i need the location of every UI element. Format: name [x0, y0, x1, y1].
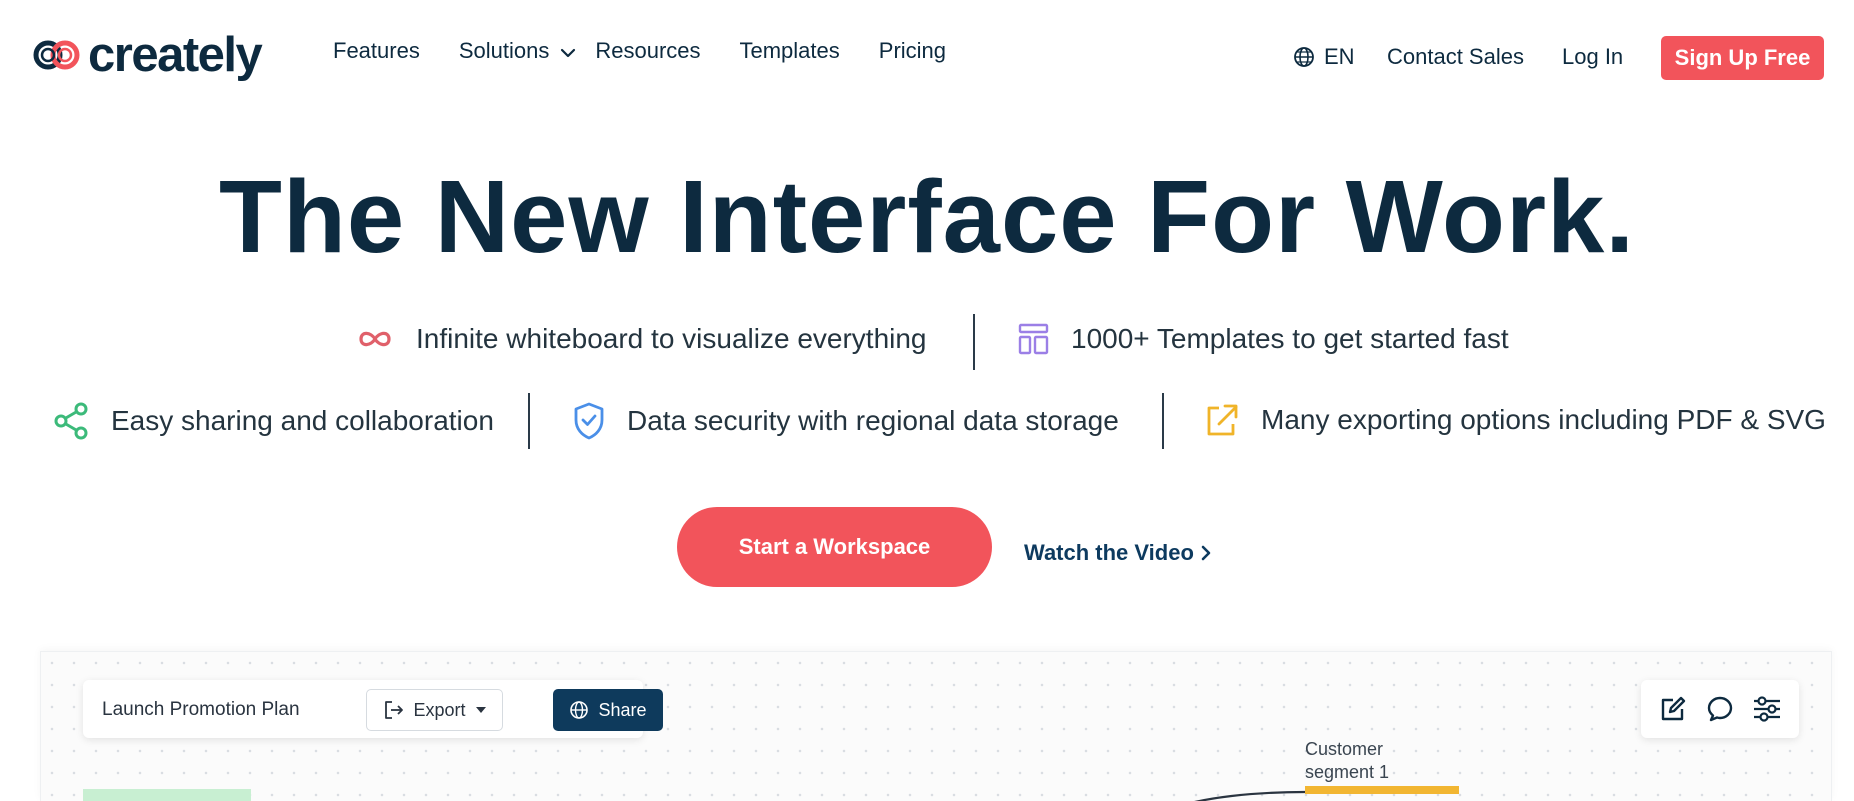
share-nodes-icon — [54, 402, 88, 440]
start-workspace-button[interactable]: Start a Workspace — [677, 507, 992, 587]
document-title[interactable]: Launch Promotion Plan — [102, 699, 300, 721]
feature-templates: 1000+ Templates to get started fast — [1018, 323, 1509, 355]
infinity-icon — [359, 331, 391, 347]
share-button[interactable]: Share — [553, 689, 663, 731]
divider — [528, 393, 530, 449]
settings-tool[interactable] — [1751, 693, 1783, 725]
divider — [1162, 393, 1164, 449]
sliders-icon — [1754, 696, 1781, 722]
feature-infinite-whiteboard: Infinite whiteboard to visualize everyth… — [356, 323, 927, 355]
language-label: EN — [1324, 44, 1355, 69]
connector-line — [1194, 790, 1306, 801]
shield-check-icon — [574, 402, 604, 440]
comment-icon — [1707, 696, 1733, 722]
language-selector[interactable]: EN — [1293, 44, 1355, 70]
comment-tool[interactable] — [1704, 693, 1736, 725]
feature-text: Data security with regional data storage — [627, 405, 1119, 436]
document-toolbar: Launch Promotion Plan Export Share — [83, 680, 663, 738]
feature-exporting: Many exporting options including PDF & S… — [1205, 402, 1826, 438]
segment-bar — [1305, 786, 1459, 794]
feature-text: Infinite whiteboard to visualize everyth… — [416, 323, 927, 354]
export-icon — [385, 701, 404, 719]
watch-video-link[interactable]: Watch the Video — [1024, 540, 1213, 566]
top-navigation: creately Features Solutions Resources Te… — [0, 0, 1854, 112]
contact-sales-link[interactable]: Contact Sales — [1387, 44, 1524, 70]
templates-icon — [1018, 323, 1049, 355]
caret-down-icon — [475, 707, 486, 713]
share-label: Share — [598, 699, 647, 720]
signup-button[interactable]: Sign Up Free — [1661, 36, 1824, 80]
hero-title: The New Interface For Work. — [219, 159, 1635, 274]
feature-security: Data security with regional data storage — [573, 402, 1119, 440]
feature-text: Easy sharing and collaboration — [111, 405, 494, 436]
edit-icon — [1661, 696, 1685, 721]
login-link[interactable]: Log In — [1562, 44, 1623, 70]
segment-label-line1: Customer — [1305, 739, 1384, 759]
chevron-right-icon — [1201, 545, 1211, 561]
export-label: Export — [413, 699, 466, 720]
globe-icon — [1294, 47, 1314, 67]
segment-label[interactable]: Customer segment 1 — [1305, 738, 1389, 784]
feature-text: 1000+ Templates to get started fast — [1071, 323, 1509, 354]
edit-tool[interactable] — [1657, 693, 1689, 725]
divider — [973, 314, 975, 370]
canvas-shape[interactable] — [83, 789, 251, 801]
external-link-icon — [1207, 404, 1238, 436]
feature-sharing: Easy sharing and collaboration — [53, 402, 494, 440]
canvas-tools — [1641, 680, 1799, 738]
nav-right-group: EN Contact Sales Log In Sign Up Free — [0, 36, 1854, 80]
feature-text: Many exporting options including PDF & S… — [1261, 404, 1826, 435]
export-button[interactable]: Export — [366, 689, 503, 731]
watch-video-label: Watch the Video — [1024, 540, 1194, 565]
app-preview-canvas: Launch Promotion Plan Export Share Custo… — [40, 651, 1832, 801]
segment-label-line2: segment 1 — [1305, 762, 1390, 782]
globe-icon — [570, 701, 589, 719]
